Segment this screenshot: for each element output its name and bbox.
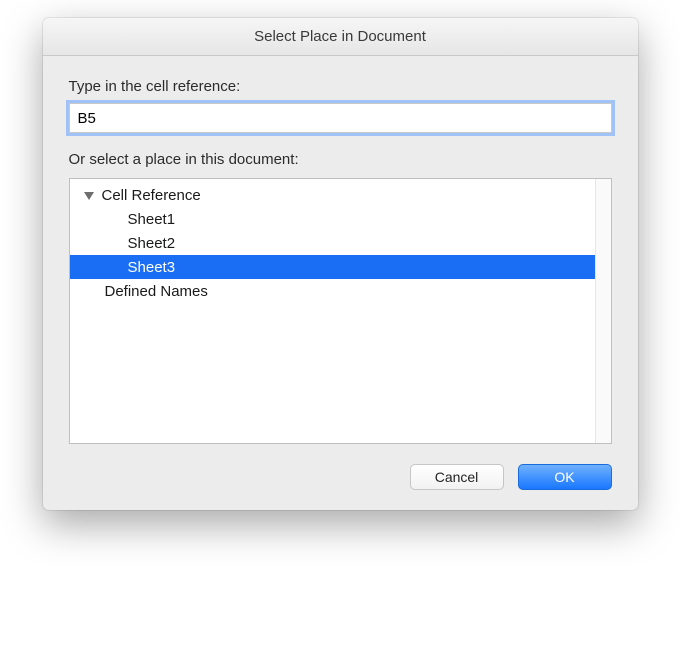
scrollbar-vertical[interactable] [595, 179, 611, 443]
cancel-button-label: Cancel [435, 469, 479, 485]
dialog-title: Select Place in Document [254, 28, 426, 45]
tree-item-label: Sheet1 [128, 211, 176, 228]
tree-item-sheet1[interactable]: Sheet1 [70, 207, 595, 231]
tree-item-sheet3[interactable]: Sheet3 [70, 255, 595, 279]
tree-item-sheet2[interactable]: Sheet2 [70, 231, 595, 255]
tree-group-defined-names[interactable]: Defined Names [70, 279, 595, 303]
tree-item-label: Sheet2 [128, 235, 176, 252]
tree-item-label: Sheet3 [128, 259, 176, 276]
tree-group-label: Cell Reference [102, 187, 201, 204]
place-tree: Cell Reference Sheet1 Sheet2 Sheet3 Defi… [69, 178, 612, 444]
tree-group-label: Defined Names [105, 283, 208, 300]
button-row: Cancel OK [69, 464, 612, 490]
titlebar: Select Place in Document [43, 18, 638, 56]
cell-reference-label: Type in the cell reference: [69, 78, 612, 95]
ok-button-label: OK [554, 469, 574, 485]
tree-group-cell-reference[interactable]: Cell Reference [70, 183, 595, 207]
tree-body: Cell Reference Sheet1 Sheet2 Sheet3 Defi… [70, 179, 595, 443]
dialog-content: Type in the cell reference: Or select a … [43, 56, 638, 510]
cancel-button[interactable]: Cancel [410, 464, 504, 490]
ok-button[interactable]: OK [518, 464, 612, 490]
cell-reference-input[interactable] [69, 103, 612, 133]
select-place-dialog: Select Place in Document Type in the cel… [43, 18, 638, 510]
or-select-label: Or select a place in this document: [69, 151, 612, 168]
disclosure-triangle-icon[interactable] [84, 192, 94, 200]
